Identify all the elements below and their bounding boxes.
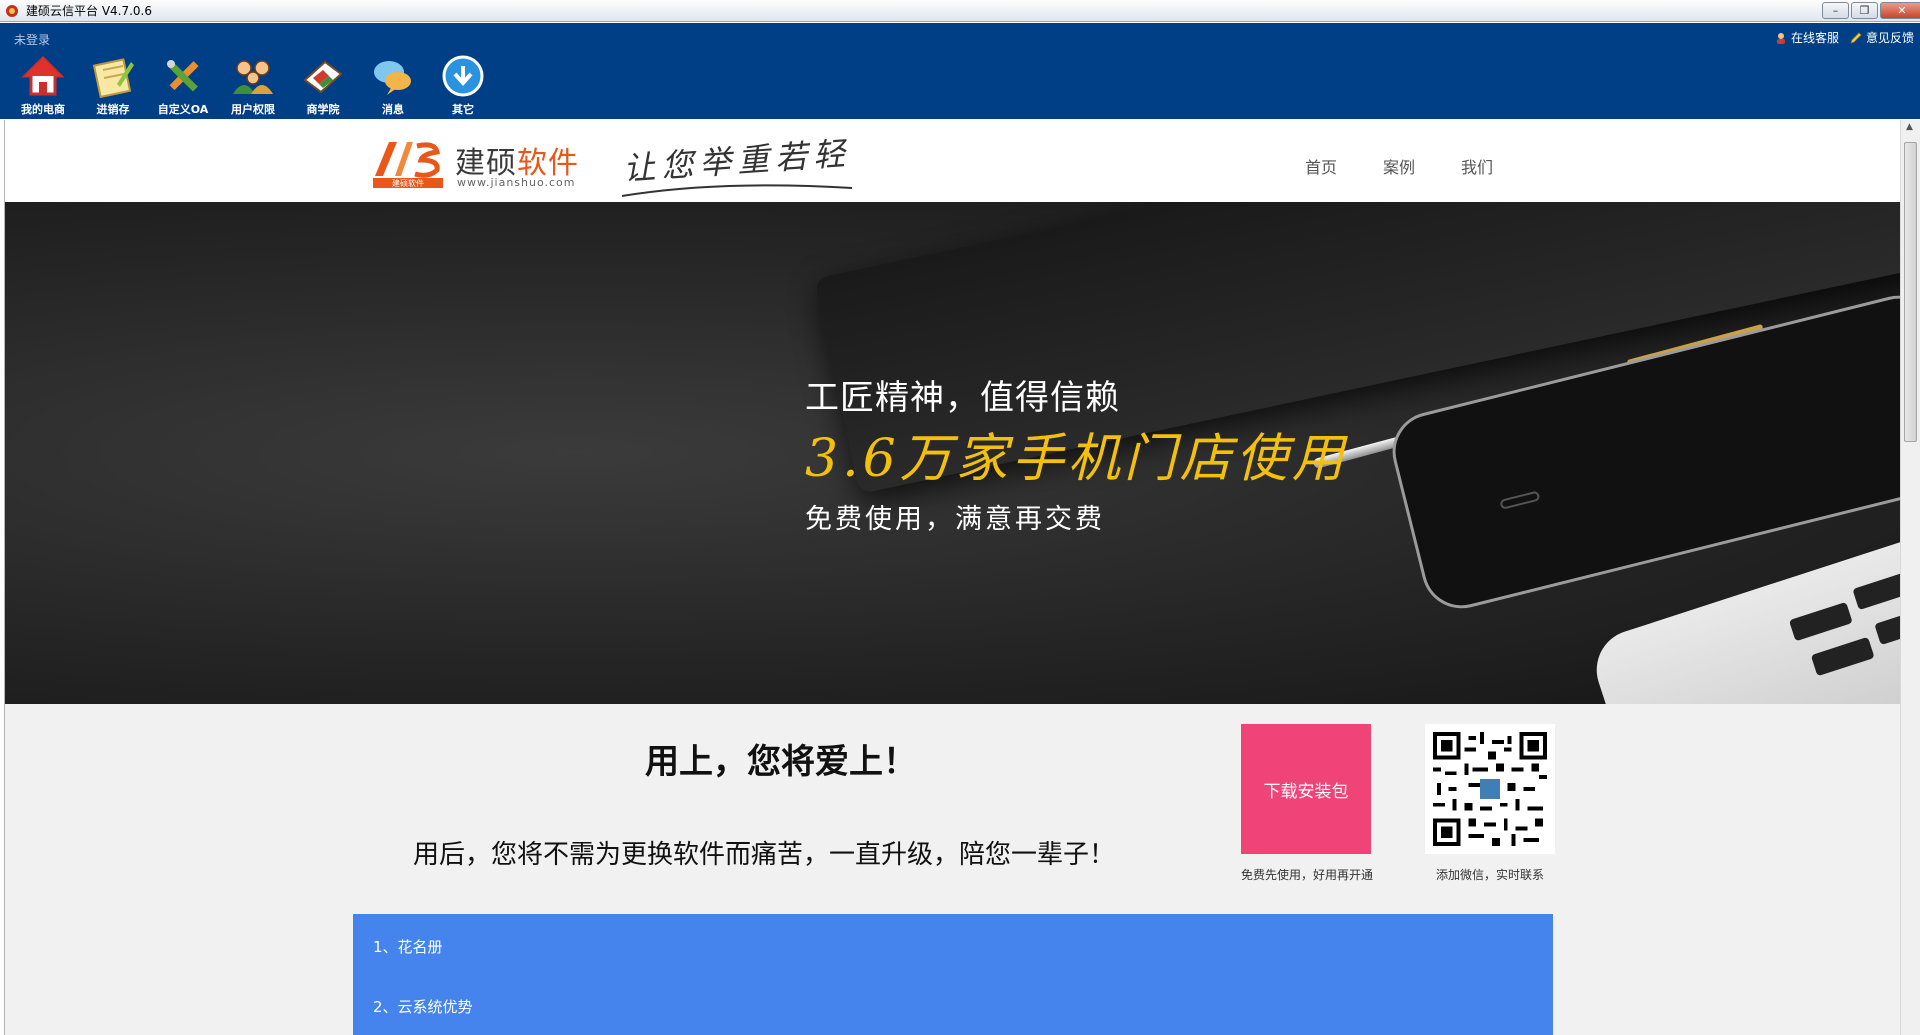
tool-label: 其它 <box>452 103 474 116</box>
nav-about[interactable]: 我们 <box>1461 154 1493 178</box>
home-icon <box>20 53 66 99</box>
close-button[interactable]: ✕ <box>1880 2 1920 19</box>
feature-item[interactable]: 2、云系统优势 <box>373 996 473 1017</box>
nav-home[interactable]: 首页 <box>1305 154 1337 178</box>
tool-other[interactable]: 其它 <box>428 53 498 117</box>
main-toolbar: 未登录 在线客服 意见反馈 我的电商 进销存 自定义OA 用户权限 商学院 消息… <box>0 23 1920 119</box>
tool-label: 我的电商 <box>21 103 65 116</box>
nav-cases[interactable]: 案例 <box>1383 154 1415 178</box>
online-service-link[interactable]: 在线客服 <box>1774 29 1839 46</box>
feedback-link[interactable]: 意见反馈 <box>1849 29 1914 46</box>
tool-label: 商学院 <box>306 103 340 116</box>
tool-custom-oa[interactable]: 自定义OA <box>148 53 218 117</box>
download-caption: 免费先使用，好用再开通 <box>1240 868 1373 882</box>
download-package-button[interactable]: 下载安装包 <box>1241 724 1371 854</box>
scrollbar-thumb[interactable] <box>1904 142 1917 442</box>
content-headline: 用上，您将爱上！ <box>645 742 917 782</box>
features-panel: 1、花名册 2、云系统优势 <box>353 914 1553 1035</box>
window-title: 建硕云信平台 V4.7.0.6 <box>26 4 153 18</box>
tool-business-school[interactable]: 商学院 <box>288 53 358 117</box>
scroll-up-arrow-icon[interactable]: ▲ <box>1906 122 1913 132</box>
site-header: 建硕软件 建硕软件 www.jianshuo.com 让您举重若轻 首页 案例 … <box>5 120 1900 202</box>
book-icon <box>300 53 346 99</box>
tool-user-permissions[interactable]: 用户权限 <box>218 53 288 117</box>
notepad-icon <box>90 53 136 99</box>
hero-banner: 工匠精神，值得信赖 3.6万家手机门店使用 免费使用，满意再交费 <box>5 202 1900 704</box>
content-section: 用上，您将爱上！ 用后，您将不需为更换软件而痛苦，一直升级，陪您一辈子！ 下载安… <box>5 704 1900 1035</box>
tools-icon <box>160 53 206 99</box>
logo-mark-caption: 建硕软件 <box>392 178 424 188</box>
content-subline: 用后，您将不需为更换软件而痛苦，一直升级，陪您一辈子！ <box>413 840 1116 870</box>
tool-messages[interactable]: 消息 <box>358 53 428 117</box>
hero-line-3: 免费使用，满意再交费 <box>805 504 1105 535</box>
tool-label: 自定义OA <box>157 103 209 116</box>
slogan-underline <box>621 184 853 197</box>
feature-item[interactable]: 1、花名册 <box>373 936 443 957</box>
hero-line-2: 3.6万家手机门店使用 <box>805 429 1348 489</box>
tool-my-ecommerce[interactable]: 我的电商 <box>8 53 78 117</box>
headset-icon <box>1774 31 1788 45</box>
feedback-label: 意见反馈 <box>1865 31 1914 45</box>
tool-label: 进销存 <box>96 103 130 116</box>
tool-label: 用户权限 <box>231 103 275 116</box>
tool-inventory[interactable]: 进销存 <box>78 53 148 117</box>
wechat-qr-code <box>1425 724 1555 854</box>
online-service-label: 在线客服 <box>1790 31 1839 45</box>
pencil-icon <box>1849 31 1863 45</box>
site-nav: 首页 案例 我们 <box>1305 154 1493 178</box>
vertical-scrollbar[interactable]: ▲ <box>1900 120 1920 1035</box>
qr-caption: 添加微信，实时联系 <box>1435 868 1544 882</box>
chat-icon <box>370 53 416 99</box>
login-status[interactable]: 未登录 <box>14 31 50 48</box>
tool-label: 消息 <box>382 103 404 116</box>
logo-url: www.jianshuo.com <box>457 176 576 189</box>
download-icon <box>440 53 486 99</box>
hero-line-1: 工匠精神，值得信赖 <box>805 378 1120 418</box>
minimize-button[interactable]: – <box>1822 2 1849 19</box>
restore-button[interactable]: ❐ <box>1851 2 1878 19</box>
app-icon <box>4 3 20 19</box>
users-icon <box>230 53 276 99</box>
browser-viewport: 建硕软件 建硕软件 www.jianshuo.com 让您举重若轻 首页 案例 … <box>4 120 1900 1035</box>
window-titlebar: 建硕云信平台 V4.7.0.6 – ❐ ✕ <box>0 0 1920 22</box>
logo-mark[interactable]: 建硕软件 <box>373 138 443 188</box>
